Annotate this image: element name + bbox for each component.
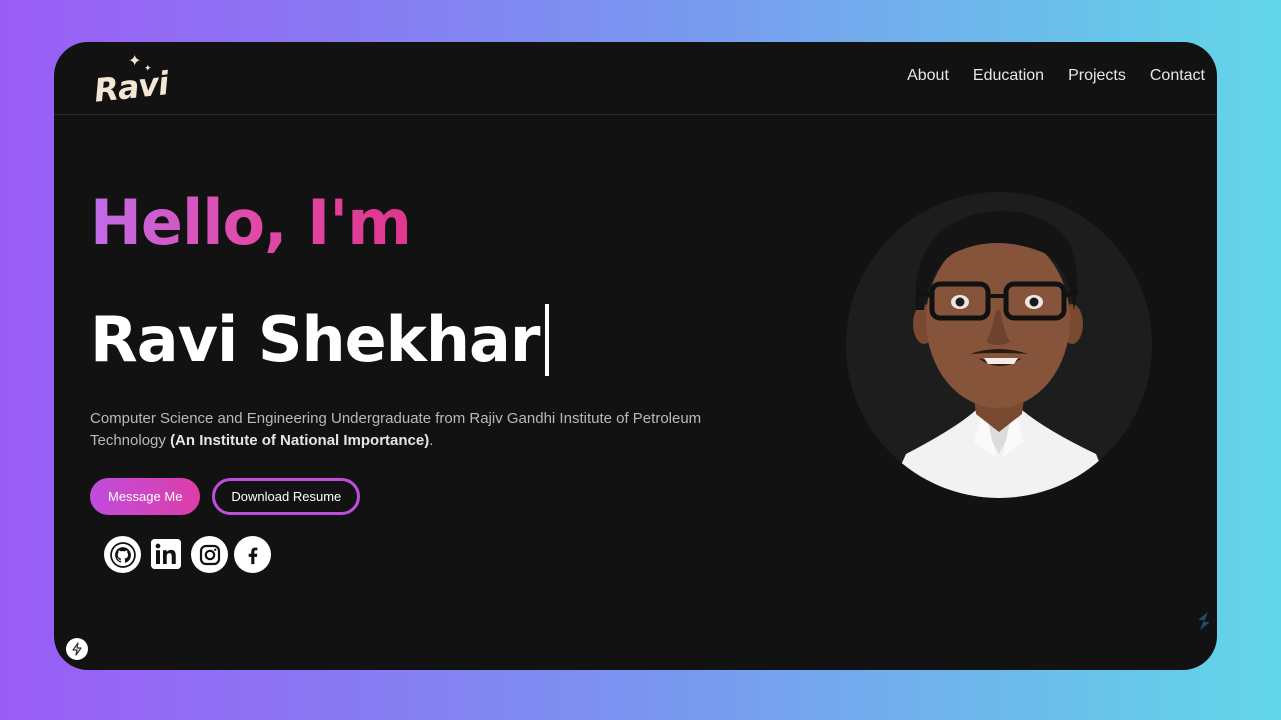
logo-text: Ravi — [92, 64, 170, 110]
nav-contact[interactable]: Contact — [1150, 67, 1205, 85]
stack-logo-icon — [1194, 610, 1214, 632]
github-icon[interactable] — [104, 536, 141, 573]
download-resume-button[interactable]: Download Resume — [212, 478, 361, 515]
nav-about[interactable]: About — [907, 67, 949, 85]
hero-name-text: Ravi Shekhar — [90, 303, 540, 376]
nav-education[interactable]: Education — [973, 67, 1044, 85]
bolt-icon[interactable] — [66, 638, 88, 660]
profile-photo-illustration — [846, 192, 1152, 498]
browser-window: ✦ ✦ Ravi About Education Projects Contac… — [54, 42, 1217, 670]
hero-description: Computer Science and Engineering Undergr… — [90, 408, 780, 452]
description-end: . — [429, 432, 434, 449]
description-bold: (An Institute of National Importance) — [170, 432, 430, 449]
navbar: ✦ ✦ Ravi About Education Projects Contac… — [54, 42, 1217, 115]
message-me-button[interactable]: Message Me — [90, 478, 201, 515]
facebook-icon[interactable] — [234, 536, 271, 573]
hero-buttons: Message Me Download Resume — [90, 478, 361, 515]
instagram-icon[interactable] — [191, 536, 228, 573]
nav-projects[interactable]: Projects — [1068, 67, 1126, 85]
linkedin-icon[interactable] — [151, 539, 181, 569]
logo[interactable]: ✦ ✦ Ravi — [92, 54, 184, 110]
hero-name: Ravi Shekhar — [90, 303, 550, 376]
hero-greeting: Hello, I'm — [90, 186, 412, 259]
profile-photo — [846, 192, 1152, 498]
typing-cursor — [545, 304, 550, 376]
social-links — [104, 536, 271, 573]
nav-links: About Education Projects Contact — [907, 67, 1205, 85]
